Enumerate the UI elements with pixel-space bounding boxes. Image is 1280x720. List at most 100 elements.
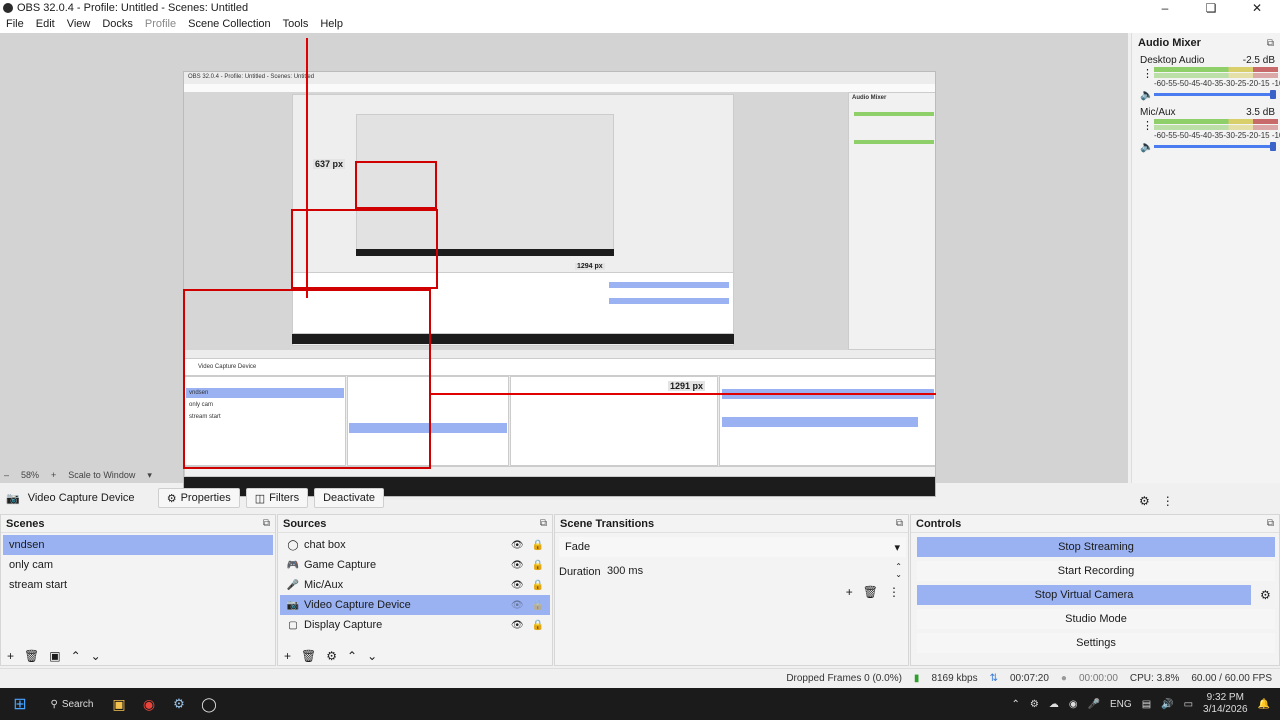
trash-icon[interactable]: 🗑 xyxy=(301,649,316,663)
frame-icon[interactable]: ▣ xyxy=(49,649,60,663)
zoom-out-button[interactable]: – xyxy=(4,470,9,480)
volume-slider-knob[interactable] xyxy=(1270,90,1276,99)
visibility-eye-icon[interactable]: 👁 xyxy=(511,560,524,571)
move-up-icon[interactable]: ⌃ xyxy=(71,649,81,663)
lock-icon[interactable]: 🔒 xyxy=(532,600,544,611)
duration-spinbox[interactable]: 300 ms ⌃ ⌄ xyxy=(603,561,906,581)
lock-icon[interactable]: 🔒 xyxy=(532,560,544,571)
undock-icon[interactable]: ⧉ xyxy=(1267,518,1274,529)
stop-streaming-button[interactable]: Stop Streaming xyxy=(917,537,1275,557)
clock[interactable]: 9:32 PM 3/14/2026 xyxy=(1203,692,1248,716)
obs-app-icon xyxy=(3,2,13,13)
battery-icon[interactable]: ▭ xyxy=(1184,699,1193,710)
source-item[interactable]: ◯ chat box 👁 🔒 xyxy=(280,535,550,555)
lock-icon[interactable]: 🔒 xyxy=(532,540,544,551)
visibility-eye-icon[interactable]: 👁 xyxy=(511,620,524,631)
minimize-button[interactable]: – xyxy=(1142,0,1188,15)
menu-file[interactable]: File xyxy=(0,18,30,30)
undock-icon[interactable]: ⧉ xyxy=(896,518,903,529)
channel-menu-icon[interactable]: ⋮ xyxy=(1142,119,1153,132)
more-icon[interactable]: ⋮ xyxy=(888,585,900,599)
menu-tools[interactable]: Tools xyxy=(277,18,315,30)
scale-mode-select[interactable]: Scale to Window xyxy=(68,470,135,480)
lock-icon[interactable]: 🔒 xyxy=(532,620,544,631)
sources-dock: Sources ⧉ ◯ chat box 👁 🔒 🎮 Game Capture 👁… xyxy=(277,514,553,666)
scene-item[interactable]: only cam xyxy=(3,555,273,575)
speaker-icon[interactable]: 🔈 xyxy=(1140,140,1154,153)
visibility-eye-icon[interactable]: 👁 xyxy=(511,540,524,551)
gear-icon[interactable]: ⚙ xyxy=(326,649,337,663)
menu-profile[interactable]: Profile xyxy=(139,18,182,30)
start-recording-button[interactable]: Start Recording xyxy=(917,561,1275,581)
menu-edit[interactable]: Edit xyxy=(30,18,61,30)
stop-virtual-camera-button[interactable]: Stop Virtual Camera xyxy=(917,585,1251,605)
taskbar-search[interactable]: ⚲ Search xyxy=(40,699,104,710)
visibility-eye-icon[interactable]: 👁 xyxy=(511,580,524,591)
obs-icon[interactable]: ◯ xyxy=(194,696,224,713)
undock-icon[interactable]: ⧉ xyxy=(540,518,547,529)
properties-button[interactable]: ⚙ Properties xyxy=(157,488,240,508)
close-button[interactable]: ✕ xyxy=(1234,0,1280,15)
spin-arrows-icon[interactable]: ⌃ ⌄ xyxy=(895,563,902,579)
lock-icon[interactable]: 🔒 xyxy=(532,580,544,591)
gear-icon: ⚙ xyxy=(166,492,177,505)
settings-button[interactable]: Settings xyxy=(917,633,1275,653)
mixer-menu-icon[interactable]: ⋮ xyxy=(1162,494,1174,508)
volume-icon[interactable]: 🔊 xyxy=(1161,699,1173,710)
steam-icon[interactable]: ⚙ xyxy=(164,696,194,712)
source-label: Game Capture xyxy=(304,559,377,571)
volume-slider[interactable] xyxy=(1154,145,1274,148)
zoom-in-button[interactable]: + xyxy=(51,470,56,480)
preview-canvas[interactable]: OBS 32.0.4 - Profile: Untitled - Scenes:… xyxy=(0,33,1128,497)
menu-help[interactable]: Help xyxy=(314,18,349,30)
mic-tray-icon[interactable]: 🎤 xyxy=(1088,699,1100,710)
speaker-icon[interactable]: 🔈 xyxy=(1140,88,1154,101)
virtual-camera-settings-icon[interactable]: ⚙ xyxy=(1260,588,1271,602)
steam-tray-icon[interactable]: ⚙ xyxy=(1030,699,1039,710)
add-icon[interactable]: + xyxy=(284,649,291,663)
trash-icon[interactable]: 🗑 xyxy=(863,585,878,599)
channel-menu-icon[interactable]: ⋮ xyxy=(1142,67,1153,80)
maximize-button[interactable]: ❏ xyxy=(1188,0,1234,15)
menu-view[interactable]: View xyxy=(61,18,97,30)
zoom-level: 58% xyxy=(21,470,40,480)
move-up-icon[interactable]: ⌃ xyxy=(347,649,357,663)
volume-slider-knob[interactable] xyxy=(1270,142,1276,151)
move-down-icon[interactable]: ⌄ xyxy=(91,649,101,663)
windows-start-icon[interactable]: ⊞ xyxy=(0,694,40,714)
tray-overflow-icon[interactable]: ⌃ xyxy=(1011,699,1019,710)
menu-scene-collection[interactable]: Scene Collection xyxy=(182,18,277,30)
menu-docks[interactable]: Docks xyxy=(96,18,139,30)
transition-select[interactable]: Fade ▾ xyxy=(559,537,906,557)
scale-mode-dropdown-icon[interactable]: ▾ xyxy=(147,470,152,481)
filters-button[interactable]: ◫ Filters xyxy=(245,488,309,508)
search-icon: ⚲ xyxy=(50,698,58,710)
trash-icon[interactable]: 🗑 xyxy=(24,649,39,663)
security-icon[interactable]: ◉ xyxy=(1069,699,1078,710)
notification-bell-icon[interactable]: 🔔 xyxy=(1258,699,1270,710)
source-item[interactable]: 📷 Video Capture Device 👁 🔒 xyxy=(280,595,550,615)
source-item[interactable]: 🎮 Game Capture 👁 🔒 xyxy=(280,555,550,575)
volume-slider[interactable] xyxy=(1154,93,1274,96)
source-item[interactable]: ▢ Display Capture 👁 🔒 xyxy=(280,615,550,635)
deactivate-button[interactable]: Deactivate xyxy=(314,488,385,508)
studio-mode-button[interactable]: Studio Mode xyxy=(917,609,1275,629)
language-indicator[interactable]: ENG xyxy=(1110,699,1132,710)
clock-date: 3/14/2026 xyxy=(1203,704,1248,715)
add-transition-icon[interactable]: + xyxy=(846,585,853,599)
undock-icon[interactable]: ⧉ xyxy=(1267,38,1274,49)
scene-item[interactable]: stream start xyxy=(3,575,273,595)
audio-mixer-title: Audio Mixer xyxy=(1138,37,1201,49)
network-icon[interactable]: ▤ xyxy=(1142,699,1151,710)
add-icon[interactable]: + xyxy=(7,649,14,663)
mixer-settings-icon[interactable]: ⚙ xyxy=(1139,494,1150,508)
undock-icon[interactable]: ⧉ xyxy=(263,518,270,529)
file-explorer-icon[interactable]: ▣ xyxy=(104,696,134,713)
cloud-icon[interactable]: ☁ xyxy=(1049,699,1059,710)
source-item[interactable]: 🎤 Mic/Aux 👁 🔒 xyxy=(280,575,550,595)
scene-item[interactable]: vndsen xyxy=(3,535,273,555)
visibility-eye-hidden-icon[interactable]: 👁 xyxy=(511,600,524,611)
chrome-icon[interactable]: ◉ xyxy=(134,696,164,713)
properties-label: Properties xyxy=(180,492,231,504)
move-down-icon[interactable]: ⌄ xyxy=(367,649,377,663)
